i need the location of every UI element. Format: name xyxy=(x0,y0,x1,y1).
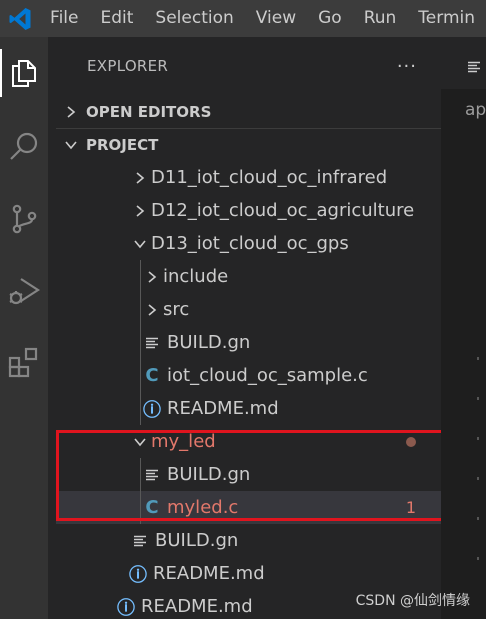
tree-item-label: README.md xyxy=(153,563,265,584)
watermark: CSDN @仙剑情缘 xyxy=(355,593,470,609)
tree-item-label: src xyxy=(163,299,190,320)
source-control-icon[interactable] xyxy=(0,191,48,247)
tree-item-label: iot_cloud_oc_sample.c xyxy=(167,365,368,386)
editor-tab-bar xyxy=(441,37,486,89)
info-icon: ⓘ xyxy=(117,597,135,619)
tree-item-label: BUILD.gn xyxy=(155,530,239,551)
menu-go[interactable]: Go xyxy=(307,0,353,37)
menu-edit[interactable]: Edit xyxy=(90,0,145,37)
highlight-box xyxy=(56,430,448,521)
minimap-marks xyxy=(477,357,479,560)
section-project[interactable]: PROJECT xyxy=(56,128,441,161)
file-tree: D11_iot_cloud_oc_infrared D12_iot_cloud_… xyxy=(56,161,441,619)
title-bar: File Edit Selection View Go Run Termin xyxy=(0,0,486,37)
chevron-down-icon xyxy=(56,139,86,151)
tree-file-build-gn[interactable]: BUILD.gn xyxy=(56,326,441,359)
chevron-right-icon xyxy=(141,260,163,293)
tree-folder-d11[interactable]: D11_iot_cloud_oc_infrared xyxy=(56,161,441,194)
menu-run[interactable]: Run xyxy=(353,0,408,37)
explorer-title: EXPLORER xyxy=(87,57,169,75)
tree-item-label: README.md xyxy=(141,596,253,617)
extensions-icon[interactable] xyxy=(0,335,48,391)
tree-folder-include[interactable]: include xyxy=(56,260,441,293)
tree-file-readme-md[interactable]: ⓘ README.md xyxy=(56,392,441,425)
tree-item-label: D11_iot_cloud_oc_infrared xyxy=(151,167,388,188)
chevron-right-icon xyxy=(141,293,163,326)
explorer-header: EXPLORER ··· xyxy=(56,37,441,95)
lines-icon xyxy=(142,326,162,359)
tree-item-label: include xyxy=(163,266,229,287)
chevron-right-icon xyxy=(129,194,151,227)
chevron-right-icon xyxy=(129,161,151,194)
c-file-icon: C xyxy=(145,365,159,386)
lines-icon[interactable] xyxy=(467,58,481,77)
section-open-editors[interactable]: OPEN EDITORS xyxy=(56,95,441,128)
tree-item-label: README.md xyxy=(167,398,279,419)
tree-file-build-gn[interactable]: BUILD.gn xyxy=(56,524,441,557)
tree-file-iot-cloud-oc-sample-c[interactable]: C iot_cloud_oc_sample.c xyxy=(56,359,441,392)
menu-selection[interactable]: Selection xyxy=(144,0,244,37)
info-icon: ⓘ xyxy=(129,564,147,586)
tree-folder-src[interactable]: src xyxy=(56,293,441,326)
section-label: OPEN EDITORS xyxy=(86,102,212,121)
vscode-logo-icon xyxy=(0,0,39,37)
more-actions-icon[interactable]: ··· xyxy=(397,56,417,77)
tree-file-readme-md[interactable]: ⓘ README.md xyxy=(56,557,441,590)
chevron-right-icon xyxy=(56,105,86,119)
tree-folder-d13[interactable]: D13_iot_cloud_oc_gps xyxy=(56,227,441,260)
lines-icon xyxy=(130,524,150,557)
activity-bar xyxy=(0,37,48,619)
editor-code-text: ap xyxy=(465,100,486,120)
explorer-icon[interactable] xyxy=(0,45,48,101)
menu-terminal[interactable]: Termin xyxy=(407,0,486,37)
menu-bar: File Edit Selection View Go Run Termin xyxy=(39,0,486,37)
tree-item-label: BUILD.gn xyxy=(167,332,251,353)
tree-folder-d12[interactable]: D12_iot_cloud_oc_agriculture xyxy=(56,194,441,227)
info-icon: ⓘ xyxy=(143,399,161,421)
menu-file[interactable]: File xyxy=(39,0,89,37)
menu-view[interactable]: View xyxy=(245,0,307,37)
tree-item-label: D13_iot_cloud_oc_gps xyxy=(151,233,349,254)
editor-area: ap xyxy=(441,37,486,619)
explorer-sidebar: EXPLORER ··· OPEN EDITORS PROJECT D11_io… xyxy=(56,37,441,619)
chevron-down-icon xyxy=(129,227,151,260)
section-label: PROJECT xyxy=(86,136,159,154)
search-icon[interactable] xyxy=(0,119,48,175)
tree-item-label: D12_iot_cloud_oc_agriculture xyxy=(151,200,415,221)
run-debug-icon[interactable] xyxy=(0,263,48,319)
